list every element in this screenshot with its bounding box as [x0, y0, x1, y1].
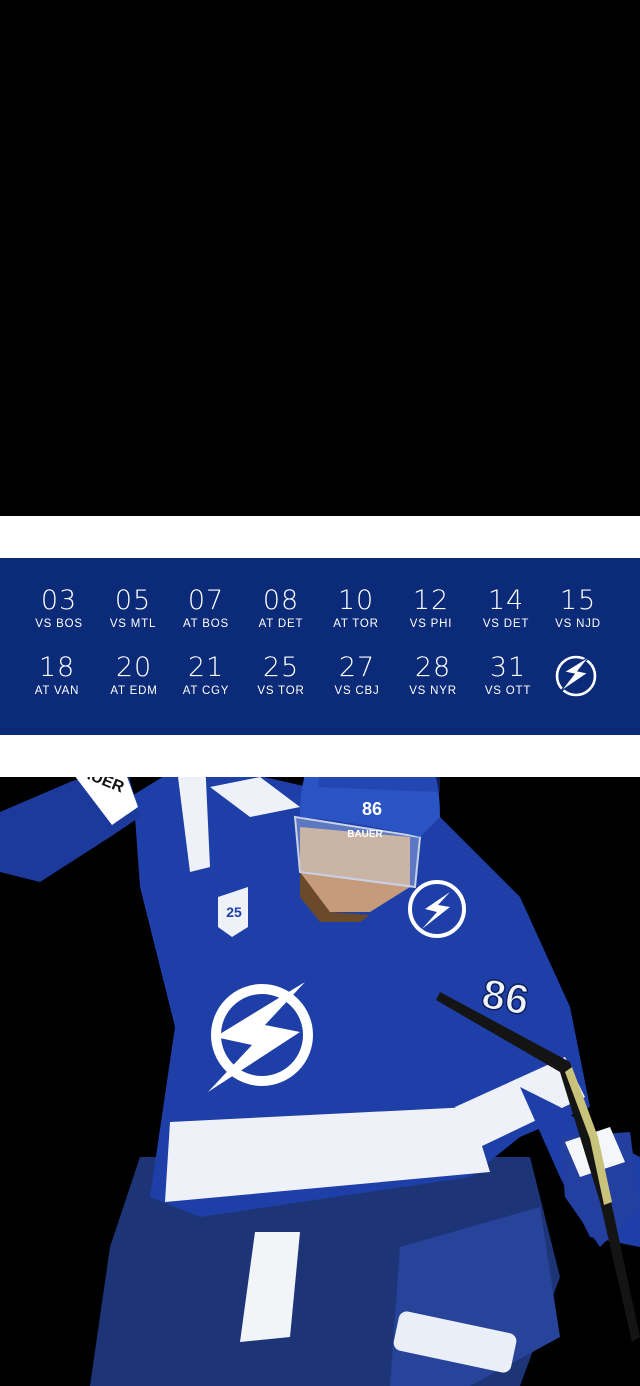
lightning-bolt-icon	[555, 655, 597, 697]
schedule-panel: 03 VS BOS 05 VS MTL 07 AT BOS 08 AT DET …	[0, 558, 640, 735]
schedule-game: 27 VS CBJ	[320, 652, 394, 698]
schedule-game: 10 AT TOR	[319, 585, 393, 631]
game-day: 14	[487, 585, 525, 616]
game-opponent: VS MTL	[109, 618, 157, 630]
schedule-game: 18 AT VAN	[20, 652, 94, 698]
schedule-game: 12 VS PHI	[394, 585, 468, 631]
anniversary-patch: 25	[226, 904, 242, 920]
helmet-brand: BAUER	[347, 829, 383, 840]
hockey-player-illustration: 25 86 86 BAUER BAUER	[0, 777, 640, 1386]
game-day: 10	[337, 585, 375, 616]
game-day: 12	[412, 585, 450, 616]
game-day: 25	[262, 652, 300, 683]
schedule-game: 14 VS DET	[469, 585, 543, 631]
game-opponent: VS DET	[482, 618, 530, 630]
white-stripe-bottom	[0, 735, 640, 777]
game-opponent: VS PHI	[409, 618, 453, 630]
schedule-game: 03 VS BOS	[22, 585, 96, 631]
game-day: 21	[187, 652, 225, 683]
game-opponent: AT TOR	[333, 618, 379, 630]
game-opponent: VS NJD	[555, 618, 601, 630]
game-opponent: VS NYR	[409, 685, 457, 697]
game-day: 27	[338, 652, 376, 683]
game-opponent: AT VAN	[34, 685, 80, 697]
white-stripe-top	[0, 516, 640, 558]
game-opponent: VS CBJ	[334, 685, 380, 697]
game-day: 07	[187, 585, 225, 616]
game-day: 18	[38, 652, 76, 683]
player-photo: 25 86 86 BAUER BAUER	[0, 777, 640, 1386]
game-day: 03	[40, 585, 78, 616]
schedule-game: 28 VS NYR	[396, 652, 470, 698]
game-day: 08	[262, 585, 300, 616]
top-black-area	[0, 0, 640, 516]
schedule-game: 31 VS OTT	[471, 652, 545, 698]
game-opponent: AT DET	[258, 618, 304, 630]
schedule-game: 05 VS MTL	[96, 585, 170, 631]
game-opponent: VS OTT	[484, 685, 532, 697]
schedule-game: 21 AT CGY	[169, 652, 243, 698]
game-day: 28	[414, 652, 452, 683]
game-opponent: AT BOS	[183, 618, 229, 630]
game-opponent: VS TOR	[257, 685, 305, 697]
schedule-game: 25 VS TOR	[244, 652, 318, 698]
game-day: 31	[489, 652, 527, 683]
sleeve-number: 86	[478, 970, 532, 1024]
game-day: 20	[115, 652, 153, 683]
schedule-game: 08 AT DET	[244, 585, 318, 631]
game-day: 05	[114, 585, 152, 616]
game-day: 15	[559, 585, 597, 616]
schedule-game: 20 AT EDM	[97, 652, 171, 698]
schedule-game: 07 AT BOS	[169, 585, 243, 631]
schedule-game: 15 VS NJD	[541, 585, 615, 631]
game-opponent: AT CGY	[182, 685, 230, 697]
game-opponent: AT EDM	[110, 685, 158, 697]
game-opponent: VS BOS	[35, 618, 83, 630]
helmet-number: 86	[362, 799, 382, 819]
